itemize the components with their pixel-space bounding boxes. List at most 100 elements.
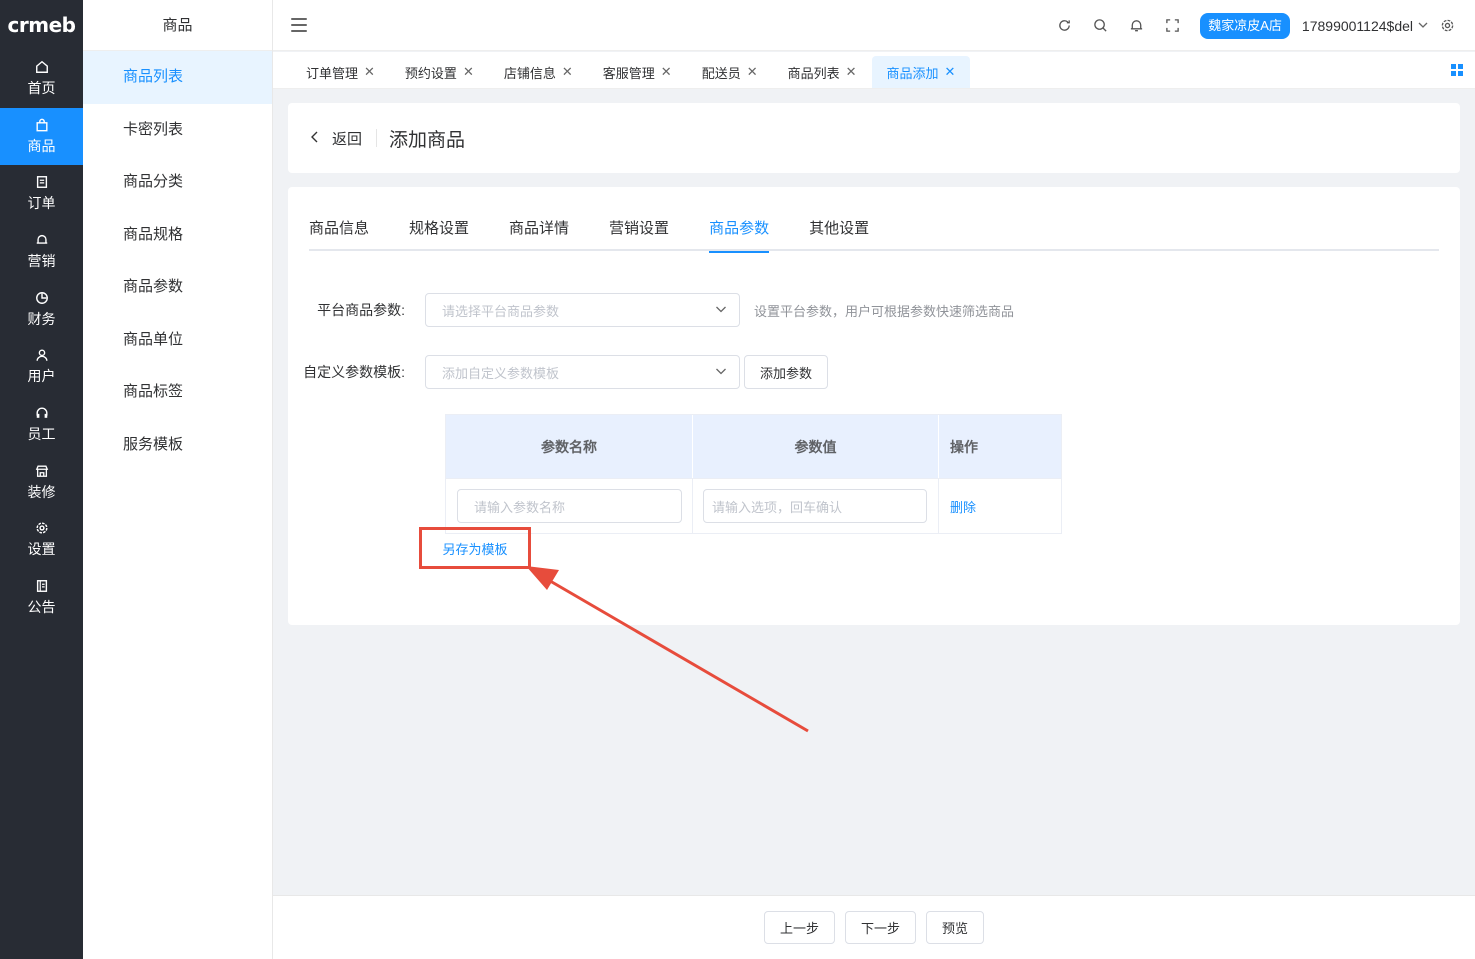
- tab-marketing-settings[interactable]: 营销设置: [609, 209, 669, 251]
- nav-item-goods[interactable]: 商品: [0, 107, 83, 166]
- sidebar-item-unit[interactable]: 商品单位: [83, 314, 272, 367]
- prev-step-button[interactable]: 上一步: [763, 911, 835, 944]
- table-row: 请输入参数名称 请输入选项，回车确认 删除: [446, 478, 1061, 534]
- action-cell: 删除: [939, 479, 1061, 534]
- tab-product-info[interactable]: 商品信息: [309, 209, 369, 251]
- menu-toggle-icon[interactable]: [291, 18, 307, 32]
- tab-label: 店铺信息: [503, 65, 556, 81]
- bell-icon[interactable]: [1118, 8, 1154, 44]
- tab-label: 商品添加: [886, 65, 939, 81]
- user-menu[interactable]: 17899001124$del: [1302, 18, 1429, 34]
- chevron-down-icon: [715, 365, 727, 380]
- platform-params-row: 平台商品参数: 请选择平台商品参数 设置平台参数，用户可根据参数快速筛选商品: [288, 293, 1014, 327]
- chevron-down-icon: [1417, 18, 1429, 34]
- nav-item-label: 用户: [27, 368, 56, 385]
- tab-orders[interactable]: 订单管理 ✕: [291, 56, 390, 88]
- table-header: 参数名称 参数值 操作: [446, 415, 1061, 478]
- param-value-input[interactable]: 请输入选项，回车确认: [703, 489, 927, 523]
- nav-item-orders[interactable]: 订单: [0, 165, 83, 223]
- close-icon[interactable]: ✕: [747, 64, 758, 80]
- chevron-down-icon: [715, 303, 727, 318]
- gear-icon: [35, 521, 49, 535]
- refresh-icon[interactable]: [1046, 8, 1082, 44]
- product-form-card: 商品信息 规格设置 商品详情 营销设置 商品参数 其他设置 平台商品参数: 请选…: [288, 187, 1460, 625]
- headset-icon: [35, 406, 49, 420]
- param-name-cell: 请输入参数名称: [446, 478, 693, 534]
- tab-other-settings[interactable]: 其他设置: [809, 209, 869, 251]
- nav-item-users[interactable]: 用户: [0, 338, 83, 396]
- tab-store-info[interactable]: 店铺信息 ✕: [489, 56, 588, 88]
- save-as-template-link[interactable]: 另存为模板: [442, 539, 507, 558]
- sidebar-item-card-list[interactable]: 卡密列表: [83, 104, 272, 157]
- tabs-menu-icon[interactable]: [1451, 64, 1463, 76]
- product-tabs: 商品信息 规格设置 商品详情 营销设置 商品参数 其他设置: [309, 209, 1439, 253]
- tab-label: 订单管理: [306, 65, 359, 81]
- store-badge[interactable]: 魏家凉皮A店: [1200, 12, 1290, 39]
- tab-product-list[interactable]: 商品列表 ✕: [773, 56, 872, 88]
- nav-item-staff[interactable]: 员工: [0, 396, 83, 454]
- sidebar-item-category[interactable]: 商品分类: [83, 156, 272, 209]
- back-button[interactable]: 返回: [310, 129, 378, 148]
- sidebar-item-spec[interactable]: 商品规格: [83, 209, 272, 262]
- close-icon[interactable]: ✕: [562, 64, 573, 80]
- tab-product-detail[interactable]: 商品详情: [509, 209, 569, 251]
- nav-item-decoration[interactable]: 装修: [0, 454, 83, 512]
- document-icon: [35, 175, 49, 189]
- preview-button[interactable]: 预览: [926, 911, 985, 944]
- tab-label: 客服管理: [602, 65, 655, 81]
- crmeb-logo[interactable]: crmeb: [0, 0, 83, 50]
- platform-params-label: 平台商品参数:: [317, 302, 405, 318]
- tab-booking[interactable]: 预约设置 ✕: [390, 56, 489, 88]
- nav-item-finance[interactable]: 财务: [0, 281, 83, 339]
- settings-gear-icon[interactable]: [1429, 8, 1465, 44]
- sidebar-item-service-template[interactable]: 服务模板: [83, 419, 272, 472]
- sidebar-item-product-list[interactable]: 商品列表: [83, 51, 272, 104]
- select-placeholder: 请选择平台商品参数: [442, 303, 560, 319]
- nav-item-home[interactable]: 首页: [0, 50, 83, 108]
- delete-link[interactable]: 删除: [950, 497, 976, 516]
- close-icon[interactable]: ✕: [364, 64, 375, 80]
- close-icon[interactable]: ✕: [463, 64, 474, 80]
- store-icon: [35, 464, 49, 478]
- sub-sidebar-title: 商品: [83, 0, 272, 51]
- next-step-button[interactable]: 下一步: [844, 911, 916, 944]
- platform-params-select[interactable]: 请选择平台商品参数: [425, 293, 740, 327]
- back-label: 返回: [332, 130, 363, 148]
- search-icon[interactable]: [1082, 8, 1118, 44]
- close-icon[interactable]: ✕: [846, 64, 857, 80]
- tab-customer-service[interactable]: 客服管理 ✕: [588, 56, 687, 88]
- chevron-left-icon: [310, 130, 320, 147]
- custom-template-select[interactable]: 添加自定义参数模板: [425, 355, 740, 389]
- add-param-button[interactable]: 添加参数: [744, 355, 829, 389]
- select-placeholder: 添加自定义参数模板: [442, 365, 560, 381]
- nav-item-settings[interactable]: 设置: [0, 512, 83, 570]
- nav-item-label: 装修: [27, 483, 56, 500]
- param-table: 参数名称 参数值 操作 请输入参数名称 请输入选项，回车确认 删除: [445, 414, 1062, 534]
- main-nav: crmeb 首页 商品 订单 营销 财务 用户 员工 装修 设置 公告: [0, 0, 83, 959]
- home-icon: [35, 60, 49, 74]
- nav-item-marketing[interactable]: 营销: [0, 223, 83, 281]
- tab-product-params[interactable]: 商品参数: [709, 209, 770, 253]
- top-header: 魏家凉皮A店 17899001124$del: [273, 0, 1475, 51]
- tab-product-add[interactable]: 商品添加 ✕: [871, 56, 971, 88]
- platform-params-hint: 设置平台参数，用户可根据参数快速筛选商品: [754, 303, 1015, 319]
- bell-icon: [35, 233, 49, 247]
- sidebar-item-params[interactable]: 商品参数: [83, 261, 272, 314]
- column-header: 参数名称: [446, 415, 693, 478]
- tab-spec-settings[interactable]: 规格设置: [409, 209, 469, 251]
- sub-sidebar: 商品 商品列表 卡密列表 商品分类 商品规格 商品参数 商品单位 商品标签 服务…: [83, 0, 273, 959]
- tab-delivery[interactable]: 配送员 ✕: [687, 56, 773, 88]
- sidebar-item-tags[interactable]: 商品标签: [83, 366, 272, 419]
- nav-item-label: 营销: [27, 252, 56, 269]
- column-header: 参数值: [693, 415, 939, 478]
- param-name-input[interactable]: 请输入参数名称: [457, 489, 682, 523]
- nav-item-notice[interactable]: 公告: [0, 569, 83, 627]
- tab-label: 商品列表: [787, 65, 840, 81]
- tab-label: 预约设置: [404, 65, 457, 81]
- fullscreen-icon[interactable]: [1154, 8, 1190, 44]
- page-header-card: 返回 添加商品: [288, 103, 1460, 173]
- bag-icon: [35, 118, 49, 132]
- user-icon: [35, 348, 49, 362]
- close-icon[interactable]: ✕: [661, 64, 672, 80]
- close-icon[interactable]: ✕: [945, 64, 956, 80]
